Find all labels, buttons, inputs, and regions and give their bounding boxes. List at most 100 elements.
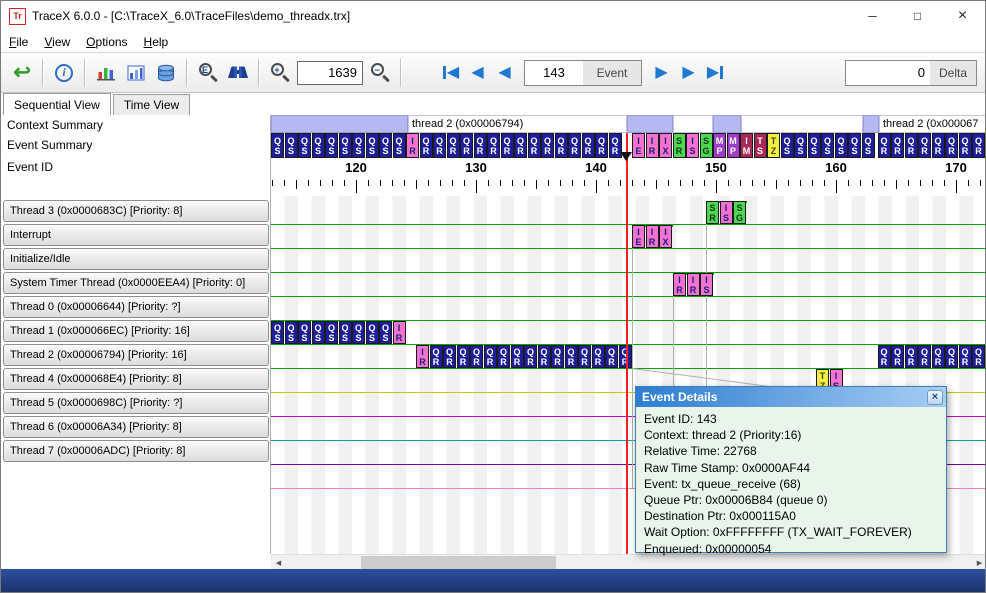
zoom-in-button[interactable]: + (265, 58, 295, 88)
event-box[interactable]: QR (551, 345, 564, 368)
event-box[interactable]: QR (497, 345, 510, 368)
event-box[interactable]: QS (352, 133, 365, 158)
nav-first-button[interactable]: ◀ (437, 58, 464, 88)
menu-item-view[interactable]: View (36, 33, 78, 51)
delta-input[interactable] (846, 61, 930, 85)
event-box[interactable]: QS (285, 321, 298, 344)
event-box[interactable]: IR (406, 133, 419, 158)
event-box[interactable]: QS (352, 321, 365, 344)
thread-button[interactable]: Thread 6 (0x00006A34) [Priority: 8] (3, 416, 269, 438)
event-number-input[interactable] (525, 61, 583, 85)
thread-button[interactable]: Interrupt (3, 224, 269, 246)
open-trace-button[interactable]: ↩ (7, 58, 37, 88)
scroll-right-icon[interactable]: ▶ (972, 555, 986, 570)
event-box[interactable]: QR (972, 133, 985, 158)
maximize-button[interactable]: □ (895, 1, 940, 31)
event-box[interactable]: IE (632, 225, 645, 248)
event-box[interactable]: QS (781, 133, 794, 158)
event-box[interactable]: QR (878, 133, 891, 158)
raw-trace-button[interactable] (151, 58, 181, 88)
event-box[interactable]: IR (646, 133, 659, 158)
event-box[interactable]: QS (325, 133, 338, 158)
tab-sequential-view[interactable]: Sequential View (3, 93, 111, 115)
event-box[interactable]: QR (568, 133, 581, 158)
event-box[interactable]: QS (325, 321, 338, 344)
info-button[interactable]: i (49, 58, 79, 88)
performance-chart-button[interactable] (91, 58, 121, 88)
event-box[interactable]: IX (659, 133, 672, 158)
current-event-cursor[interactable] (626, 133, 628, 554)
event-box[interactable]: IS (720, 201, 733, 224)
event-box[interactable]: QR (905, 345, 918, 368)
event-box[interactable]: QS (379, 133, 392, 158)
event-box[interactable]: IE (632, 133, 645, 158)
event-box[interactable]: TS (754, 133, 767, 158)
event-box[interactable]: QS (821, 133, 834, 158)
event-box[interactable]: QR (538, 345, 551, 368)
event-box[interactable]: QR (891, 133, 904, 158)
event-box[interactable]: QR (945, 133, 958, 158)
event-box[interactable]: IX (659, 225, 672, 248)
event-box[interactable]: QR (605, 345, 618, 368)
zoom-out-button[interactable]: − (365, 58, 395, 88)
event-box[interactable]: QS (366, 321, 379, 344)
event-box[interactable]: QS (339, 321, 352, 344)
event-box[interactable]: QR (918, 345, 931, 368)
popup-close-icon[interactable]: × (927, 390, 943, 405)
event-box[interactable]: QR (905, 133, 918, 158)
event-box[interactable]: IR (393, 321, 406, 344)
nav-next-button[interactable]: ▶ (648, 58, 675, 88)
event-box[interactable]: QR (878, 345, 891, 368)
scrollbar-thumb[interactable] (361, 556, 556, 569)
event-box[interactable]: QR (430, 345, 443, 368)
event-box[interactable]: QS (835, 133, 848, 158)
event-box[interactable]: QR (918, 133, 931, 158)
event-box[interactable]: QR (420, 133, 433, 158)
thread-button[interactable]: Thread 5 (0x0000698C) [Priority: ?] (3, 392, 269, 414)
event-box[interactable]: QR (959, 133, 972, 158)
event-box[interactable]: QS (285, 133, 298, 158)
event-box[interactable]: TZ (767, 133, 780, 158)
minimize-button[interactable]: ─ (850, 1, 895, 31)
event-box[interactable]: SG (733, 201, 746, 224)
event-box[interactable]: SG (700, 133, 713, 158)
event-box[interactable]: IS (686, 133, 699, 158)
event-details-title-bar[interactable]: Event Details × (636, 387, 946, 407)
event-box[interactable]: IS (700, 273, 713, 296)
event-box[interactable]: QR (447, 133, 460, 158)
scroll-left-icon[interactable]: ◀ (271, 555, 286, 570)
event-box[interactable]: QR (528, 133, 541, 158)
event-box[interactable]: QS (393, 133, 406, 158)
event-box[interactable]: QR (514, 133, 527, 158)
event-box[interactable]: QS (794, 133, 807, 158)
event-box[interactable]: IR (687, 273, 700, 296)
thread-button[interactable]: Thread 0 (0x00006644) [Priority: ?] (3, 296, 269, 318)
event-box[interactable]: MP (713, 133, 726, 158)
thread-button[interactable]: Thread 4 (0x000068E4) [Priority: 8] (3, 368, 269, 390)
event-box[interactable]: QR (565, 345, 578, 368)
statistics-button[interactable] (121, 58, 151, 88)
event-box[interactable]: SR (706, 201, 719, 224)
thread-button[interactable]: Initialize/Idle (3, 248, 269, 270)
event-box[interactable]: QR (433, 133, 446, 158)
event-box[interactable]: QS (271, 321, 284, 344)
nav-prev-page-button[interactable]: ◀ (464, 58, 491, 88)
thread-button[interactable]: System Timer Thread (0x0000EEA4) [Priori… (3, 272, 269, 294)
event-box[interactable]: QR (487, 133, 500, 158)
event-box[interactable]: QR (524, 345, 537, 368)
thread-button[interactable]: Thread 2 (0x00006794) [Priority: 16] (3, 344, 269, 366)
find-button[interactable] (223, 58, 253, 88)
nav-prev-button[interactable]: ◀ (491, 58, 518, 88)
event-box[interactable]: QR (555, 133, 568, 158)
event-box[interactable]: QR (470, 345, 483, 368)
event-box[interactable]: IR (646, 225, 659, 248)
nav-last-button[interactable]: ▶ (702, 58, 729, 88)
event-box[interactable]: QR (443, 345, 456, 368)
event-box[interactable]: QR (945, 345, 958, 368)
event-box[interactable]: QR (932, 133, 945, 158)
event-box[interactable]: QR (484, 345, 497, 368)
thread-button[interactable]: Thread 3 (0x0000683C) [Priority: 8] (3, 200, 269, 222)
event-box[interactable]: QR (501, 133, 514, 158)
event-box[interactable]: QS (808, 133, 821, 158)
event-box[interactable]: QS (862, 133, 875, 158)
